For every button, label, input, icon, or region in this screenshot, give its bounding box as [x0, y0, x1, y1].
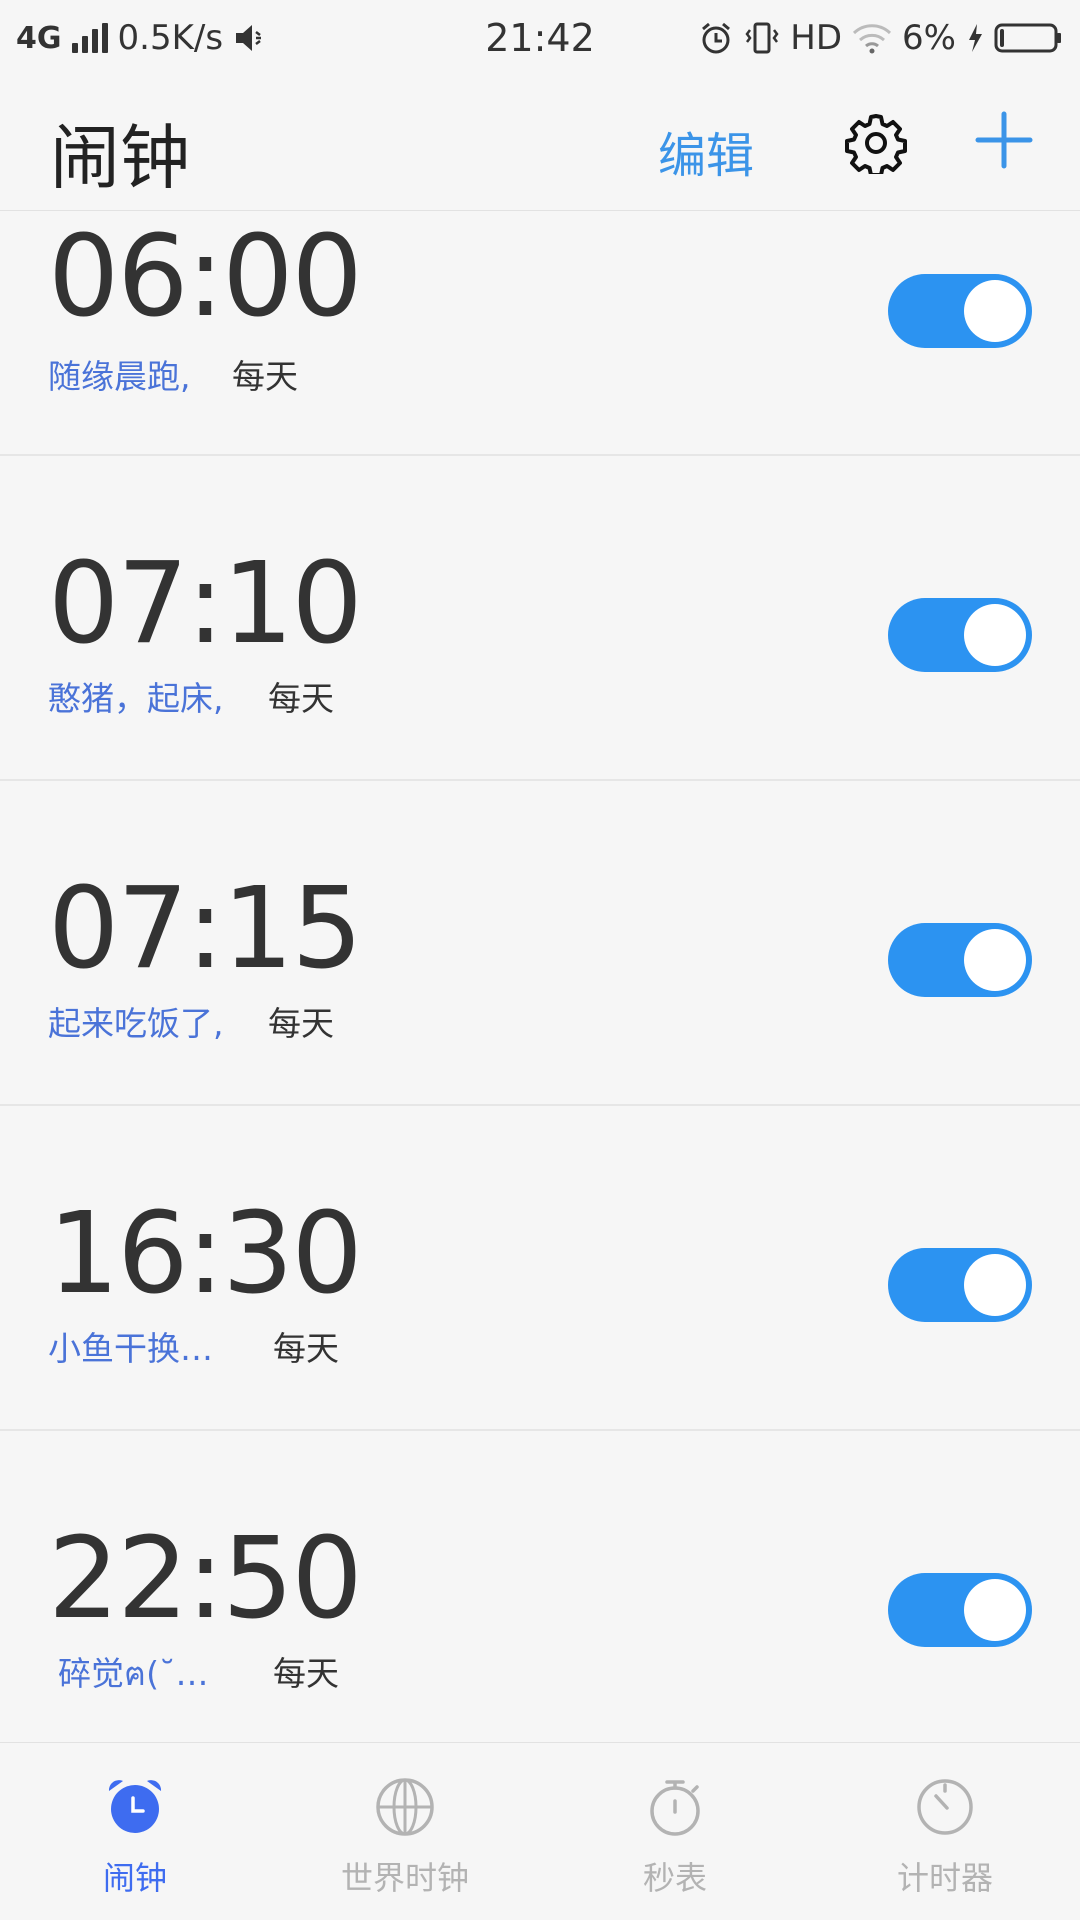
battery-icon [994, 23, 1061, 53]
alarm-label: 起来吃饭了, [48, 1004, 224, 1043]
alarm-row[interactable]: 16:30 小鱼干换… 每天 [0, 1106, 1080, 1431]
alarm-repeat: 每天 [273, 1654, 339, 1693]
battery-percent: 6% [902, 18, 956, 58]
alarm-time: 07:15 [48, 864, 363, 994]
alarm-toggle[interactable] [888, 274, 1032, 348]
alarm-toggle[interactable] [888, 1573, 1032, 1647]
wifi-icon [853, 24, 892, 54]
alarm-clock-icon [108, 1780, 162, 1833]
alarm-row[interactable]: 07:10 憨猪，起床, 每天 [0, 456, 1080, 781]
app-header: 闹钟 编辑 [0, 76, 1080, 211]
globe-icon [376, 1778, 434, 1836]
alarm-time: 22:50 [48, 1514, 363, 1644]
bottom-nav: 闹钟 世界时钟 秒表 计时器 [0, 1742, 1080, 1920]
alarm-label: 随缘晨跑, [48, 357, 191, 396]
alarm-toggle[interactable] [888, 1248, 1032, 1322]
stopwatch-icon [650, 1780, 700, 1836]
alarm-label: 小鱼干换… [48, 1329, 213, 1368]
alarm-repeat: 每天 [268, 1004, 334, 1043]
alarm-label: 憨猪，起床, [48, 679, 224, 718]
alarm-time: 07:10 [48, 539, 363, 669]
alarm-list[interactable]: 06:00 随缘晨跑, 每天 07:10 憨猪，起床, 每天 07:15 起来吃… [0, 211, 1080, 1741]
toggle-knob [964, 280, 1026, 342]
vibrate-icon [745, 22, 779, 54]
tab-stopwatch[interactable]: 秒表 [540, 1743, 810, 1920]
edit-button[interactable]: 编辑 [658, 116, 754, 186]
alarm-time: 16:30 [48, 1189, 363, 1319]
timer-icon [917, 1779, 973, 1835]
toggle-knob [964, 1254, 1026, 1316]
tab-label: 世界时钟 [340, 1859, 469, 1897]
toggle-knob [964, 1579, 1026, 1641]
tab-label: 闹钟 [102, 1859, 167, 1897]
alarm-row[interactable]: 22:50 碎觉ฅ(˘… 每天 [0, 1431, 1080, 1741]
hd-badge: HD [790, 18, 843, 58]
alarm-toggle[interactable] [888, 598, 1032, 672]
gear-icon[interactable] [845, 112, 907, 174]
charging-icon [969, 24, 982, 52]
tab-label: 计时器 [896, 1859, 993, 1897]
alarm-repeat: 每天 [232, 357, 298, 396]
alarm-repeat: 每天 [273, 1329, 339, 1368]
status-bar: 4G 0.5K/s 21:42 HD 6% [0, 0, 1080, 76]
alarm-row[interactable]: 06:00 随缘晨跑, 每天 [0, 211, 1080, 456]
status-right: HD 6% [698, 0, 1064, 76]
toggle-knob [964, 604, 1026, 666]
tab-timer[interactable]: 计时器 [810, 1743, 1080, 1920]
toggle-knob [964, 929, 1026, 991]
alarm-status-icon [702, 22, 731, 54]
alarm-screen: 4G 0.5K/s 21:42 HD 6% 闹钟 编辑 06:00 随缘晨跑, … [0, 0, 1080, 1920]
alarm-row[interactable]: 07:15 起来吃饭了, 每天 [0, 781, 1080, 1106]
tab-label: 秒表 [642, 1859, 707, 1897]
alarm-repeat: 每天 [268, 679, 334, 718]
page-title: 闹钟 [50, 117, 190, 199]
tab-world-clock[interactable]: 世界时钟 [270, 1743, 540, 1920]
alarm-time: 06:00 [48, 212, 363, 342]
alarm-label: 碎觉ฅ(˘… [58, 1654, 209, 1693]
alarm-toggle[interactable] [888, 923, 1032, 997]
tab-alarm[interactable]: 闹钟 [0, 1743, 270, 1920]
plus-icon[interactable] [974, 110, 1034, 170]
